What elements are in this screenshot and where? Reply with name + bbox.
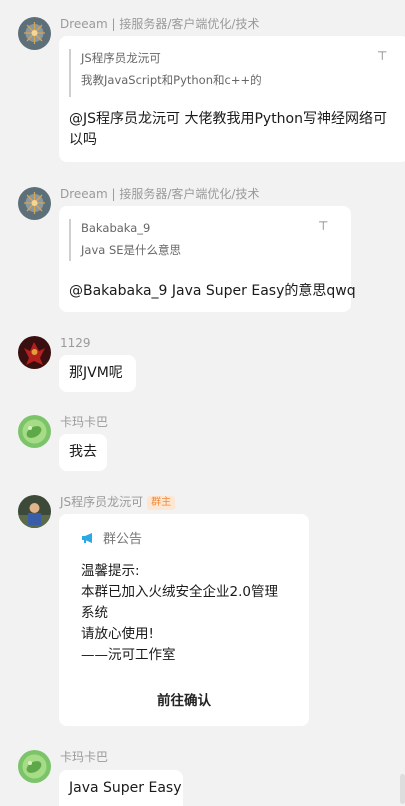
sender-name[interactable]: 1129 [60, 335, 91, 351]
message-bubble[interactable]: Bakabaka_9 Java SE是什么意思 ⊤ @Bakabaka_9 Ja… [59, 206, 356, 312]
reply-quote[interactable]: JS程序员龙沅可 我教JavaScript和Python和c++的 [69, 49, 381, 97]
sender-name[interactable]: 卡玛卡巴 [60, 749, 108, 765]
quote-text: Java SE是什么意思 [81, 243, 182, 257]
avatar-image [18, 750, 51, 783]
pin-icon[interactable]: ⊤ [318, 219, 328, 233]
scrollbar[interactable] [400, 774, 405, 804]
pin-icon[interactable]: ⊤ [377, 49, 387, 63]
sender-name-text: JS程序员龙沅可 [60, 495, 144, 509]
reply-quote[interactable]: Bakabaka_9 Java SE是什么意思 [69, 219, 321, 261]
message-bubble[interactable]: Java Super Easy [59, 770, 183, 806]
avatar-image [18, 17, 51, 50]
message-text: @Bakabaka_9 Java Super Easy的意思qwq [69, 283, 356, 299]
avatar-image [18, 336, 51, 369]
message-bubble[interactable]: 那JVM呢 [59, 355, 136, 392]
avatar-image [18, 187, 51, 220]
chat-message-list[interactable]: Dreeam | 接服务器/客户端优化/技术 JS程序员龙沅可 我教JavaSc… [0, 0, 405, 806]
sender-name[interactable]: Dreeam | 接服务器/客户端优化/技术 [60, 186, 259, 202]
avatar[interactable] [18, 750, 51, 783]
message-text: 那JVM呢 [69, 365, 123, 381]
avatar-image [18, 415, 51, 448]
avatar[interactable] [18, 495, 51, 528]
sender-name[interactable]: 卡玛卡巴 [60, 414, 108, 430]
announcement-header: 群公告 [81, 528, 142, 547]
avatar[interactable] [18, 415, 51, 448]
avatar[interactable] [18, 336, 51, 369]
confirm-button[interactable]: 前往确认 [59, 689, 309, 709]
megaphone-icon [82, 532, 92, 543]
quote-text: 我教JavaScript和Python和c++的 [81, 73, 262, 87]
message-bubble[interactable]: JS程序员龙沅可 我教JavaScript和Python和c++的 ⊤ @JS程… [59, 36, 405, 162]
announcement-body: 温馨提示: 本群已加入火绒安全企业2.0管理 系统 请放心使用! ——沅可工作室 [81, 561, 278, 666]
sender-name[interactable]: JS程序员龙沅可 群主 [60, 494, 176, 510]
quote-author: JS程序员龙沅可 [81, 51, 161, 65]
announcement-line: 温馨提示: [81, 563, 140, 579]
message-text: Java Super Easy [69, 780, 182, 796]
message-text-line: 以吗 [69, 132, 97, 148]
announcement-line: 请放心使用! [81, 626, 154, 642]
message-bubble[interactable]: 我去 [59, 434, 107, 471]
quote-author: Bakabaka_9 [81, 221, 151, 235]
owner-badge: 群主 [147, 496, 176, 510]
sender-name[interactable]: Dreeam | 接服务器/客户端优化/技术 [60, 16, 259, 32]
message-text: @JS程序员龙沅可 大佬教我用Python写神经网络可 以吗 [69, 109, 405, 151]
announcement-line: ——沅可工作室 [81, 647, 176, 663]
message-text: 我去 [69, 444, 97, 460]
avatar-image [18, 495, 51, 528]
avatar[interactable] [18, 187, 51, 220]
message-text-line: @JS程序员龙沅可 大佬教我用Python写神经网络可 [69, 111, 387, 127]
announcement-card[interactable]: 群公告 温馨提示: 本群已加入火绒安全企业2.0管理 系统 请放心使用! ——沅… [59, 514, 309, 726]
announcement-title: 群公告 [103, 532, 143, 547]
announcement-line: 系统 [81, 605, 108, 621]
announcement-line: 本群已加入火绒安全企业2.0管理 [81, 584, 278, 600]
avatar[interactable] [18, 17, 51, 50]
